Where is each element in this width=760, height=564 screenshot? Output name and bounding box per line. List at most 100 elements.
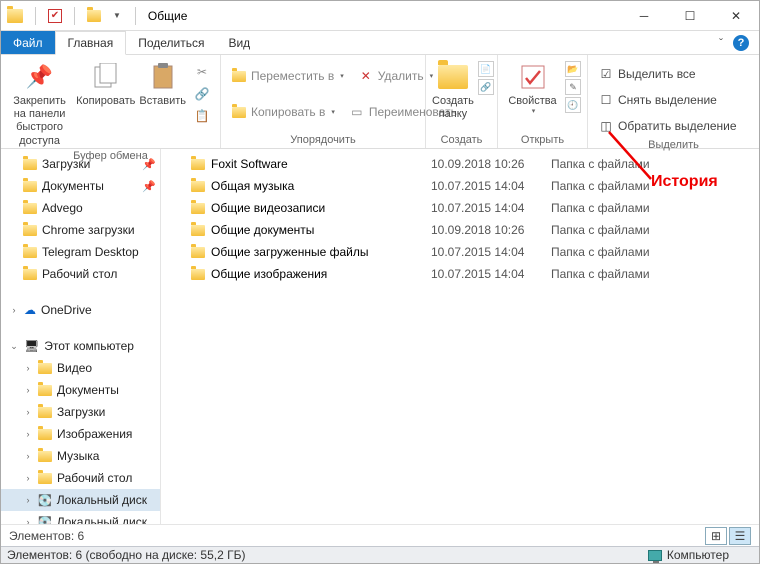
bottom-bar: Элементов: 6 (свободно на диске: 55,2 ГБ… <box>1 546 759 563</box>
qat-properties-icon[interactable]: ✔ <box>48 9 62 23</box>
new-item-button[interactable]: 📄 <box>478 61 494 77</box>
sidebar-item-downloads[interactable]: Загрузки📌 <box>1 153 160 175</box>
view-details-button[interactable]: ☰ <box>729 527 751 545</box>
sidebar-item-telegram[interactable]: Telegram Desktop <box>1 241 160 263</box>
pin-label: Закрепить на панели быстрого доступа <box>7 95 72 148</box>
new-folder-label: Создать папку <box>432 95 474 121</box>
sidebar-onedrive[interactable]: ›☁OneDrive <box>1 299 160 321</box>
folder-icon <box>38 451 52 462</box>
sidebar-pc-localdisk-2[interactable]: ›💽Локальный диск <box>1 511 160 524</box>
folder-icon <box>191 203 205 214</box>
paste-button[interactable]: Вставить <box>139 59 186 108</box>
properties-button[interactable]: Свойства ▾ <box>504 59 561 117</box>
folder-icon <box>23 181 37 192</box>
tab-share[interactable]: Поделиться <box>126 31 216 54</box>
sidebar-item-advego[interactable]: Advego <box>1 197 160 219</box>
new-folder-button[interactable]: Создать папку <box>432 59 474 121</box>
qat-dropdown-icon[interactable]: ▼ <box>111 11 123 20</box>
invert-selection-button[interactable]: ◫Обратить выделение <box>594 115 741 137</box>
onedrive-icon: ☁ <box>24 303 36 317</box>
list-item[interactable]: Общие видеозаписи10.07.2015 14:04Папка с… <box>161 197 759 219</box>
folder-icon <box>23 269 37 280</box>
cut-icon: ✂ <box>194 64 210 80</box>
sidebar-item-documents[interactable]: Документы📌 <box>1 175 160 197</box>
properties-icon <box>520 64 546 90</box>
delete-button[interactable]: ✕Удалить▾ <box>354 65 437 87</box>
view-thumbnails-button[interactable]: ⊞ <box>705 527 727 545</box>
folder-icon <box>23 225 37 236</box>
list-item[interactable]: Общие документы10.09.2018 10:26Папка с ф… <box>161 219 759 241</box>
separator <box>74 7 75 25</box>
file-list[interactable]: Foxit Software10.09.2018 10:26Папка с фа… <box>161 149 759 524</box>
pin-to-quick-access-button[interactable]: 📌 Закрепить на панели быстрого доступа <box>7 59 72 148</box>
folder-icon <box>23 247 37 258</box>
move-to-button[interactable]: Переместить в▾ <box>227 65 348 87</box>
folder-icon <box>23 203 37 214</box>
select-all-icon: ☑ <box>598 66 614 82</box>
expand-icon[interactable]: › <box>9 305 19 315</box>
select-all-button[interactable]: ☑Выделить все <box>594 63 700 85</box>
paste-icon <box>151 63 175 91</box>
folder-icon <box>38 429 52 440</box>
paste-shortcut-icon: 📋 <box>194 108 210 124</box>
new-folder-icon <box>438 65 468 89</box>
paste-shortcut-button[interactable]: 📋 <box>190 105 214 127</box>
tab-view[interactable]: Вид <box>216 31 262 54</box>
cut-button[interactable]: ✂ <box>190 61 214 83</box>
tab-home[interactable]: Главная <box>55 31 127 55</box>
select-none-button[interactable]: ☐Снять выделение <box>594 89 721 111</box>
folder-icon <box>38 473 52 484</box>
sidebar-item-desktop[interactable]: Рабочий стол <box>1 263 160 285</box>
item-count: Элементов: 6 <box>9 529 84 543</box>
rename-icon: ▭ <box>349 104 365 120</box>
sidebar-pc-video[interactable]: ›Видео <box>1 357 160 379</box>
edit-button[interactable]: ✎ <box>565 79 581 95</box>
copy-button[interactable]: Копировать <box>76 59 135 108</box>
list-item[interactable]: Общие изображения10.07.2015 14:04Папка с… <box>161 263 759 285</box>
folder-icon <box>38 363 52 374</box>
sidebar-pc-localdisk-1[interactable]: ›💽Локальный диск <box>1 489 160 511</box>
pc-icon: 🖥 <box>24 339 39 353</box>
list-item[interactable]: Общие загруженные файлы10.07.2015 14:04П… <box>161 241 759 263</box>
app-folder-icon <box>7 9 23 23</box>
drive-icon: 💽 <box>38 494 52 507</box>
properties-label: Свойства <box>508 95 556 108</box>
tab-file[interactable]: Файл <box>1 31 55 54</box>
sidebar-pc-desktop[interactable]: ›Рабочий стол <box>1 467 160 489</box>
copy-icon <box>93 63 119 91</box>
folder-icon <box>191 159 205 170</box>
copy-path-icon: 🔗 <box>194 86 210 102</box>
list-item[interactable]: Foxit Software10.09.2018 10:26Папка с фа… <box>161 153 759 175</box>
copy-to-button[interactable]: Копировать в▾ <box>227 101 339 123</box>
history-button[interactable]: 🕘 <box>565 97 581 113</box>
open-button[interactable]: 📂 <box>565 61 581 77</box>
folder-icon <box>191 181 205 192</box>
sidebar-pc-documents[interactable]: ›Документы <box>1 379 160 401</box>
navigation-pane[interactable]: Загрузки📌 Документы📌 Advego Chrome загру… <box>1 149 161 524</box>
move-to-icon <box>232 71 246 82</box>
computer-icon <box>648 550 662 561</box>
sidebar-pc-downloads[interactable]: ›Загрузки <box>1 401 160 423</box>
maximize-button[interactable]: ☐ <box>667 1 713 30</box>
content-area: Загрузки📌 Документы📌 Advego Chrome загру… <box>1 149 759 524</box>
sidebar-pc-music[interactable]: ›Музыка <box>1 445 160 467</box>
titlebar: ✔ ▼ Общие ─ ☐ ✕ <box>1 1 759 31</box>
drive-icon: 💽 <box>38 516 52 525</box>
minimize-button[interactable]: ─ <box>621 1 667 30</box>
bottom-computer-label: Компьютер <box>667 548 729 562</box>
sidebar-pc-pictures[interactable]: ›Изображения <box>1 423 160 445</box>
collapse-ribbon-icon[interactable]: ˇ <box>719 36 723 50</box>
easy-access-button[interactable]: 🔗 <box>478 79 494 95</box>
qat-folder-icon[interactable] <box>87 10 101 22</box>
ribbon-tabs: Файл Главная Поделиться Вид ˇ ? <box>1 31 759 55</box>
sidebar-item-chrome[interactable]: Chrome загрузки <box>1 219 160 241</box>
pin-icon: 📌 <box>142 180 156 193</box>
delete-icon: ✕ <box>358 68 374 84</box>
close-button[interactable]: ✕ <box>713 1 759 30</box>
collapse-icon[interactable]: ⌄ <box>9 341 19 352</box>
status-bar: Элементов: 6 ⊞ ☰ <box>1 524 759 546</box>
sidebar-thispc[interactable]: ⌄🖥Этот компьютер <box>1 335 160 357</box>
folder-icon <box>191 247 205 258</box>
help-icon[interactable]: ? <box>733 35 749 51</box>
copy-path-button[interactable]: 🔗 <box>190 83 214 105</box>
